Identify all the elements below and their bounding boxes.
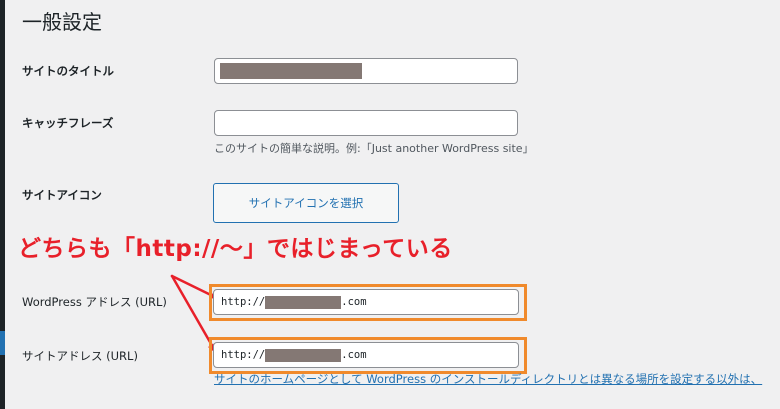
wordpress-address-prefix: http://: [221, 296, 266, 308]
wordpress-address-redaction: [265, 296, 342, 309]
site-address-redaction: [265, 349, 342, 362]
wordpress-address-suffix: .com: [341, 296, 367, 308]
wordpress-address-label: WordPress アドレス (URL): [22, 295, 167, 309]
site-address-label: サイトアドレス (URL): [22, 349, 138, 363]
wordpress-address-input[interactable]: http:// .com: [213, 289, 519, 315]
site-address-prefix: http://: [221, 349, 266, 361]
site-address-suffix: .com: [341, 349, 367, 361]
site-address-input[interactable]: http:// .com: [213, 342, 519, 368]
site-address-help-link[interactable]: サイトのホームページとして WordPress のインストールディレクトリとは異…: [214, 371, 762, 387]
